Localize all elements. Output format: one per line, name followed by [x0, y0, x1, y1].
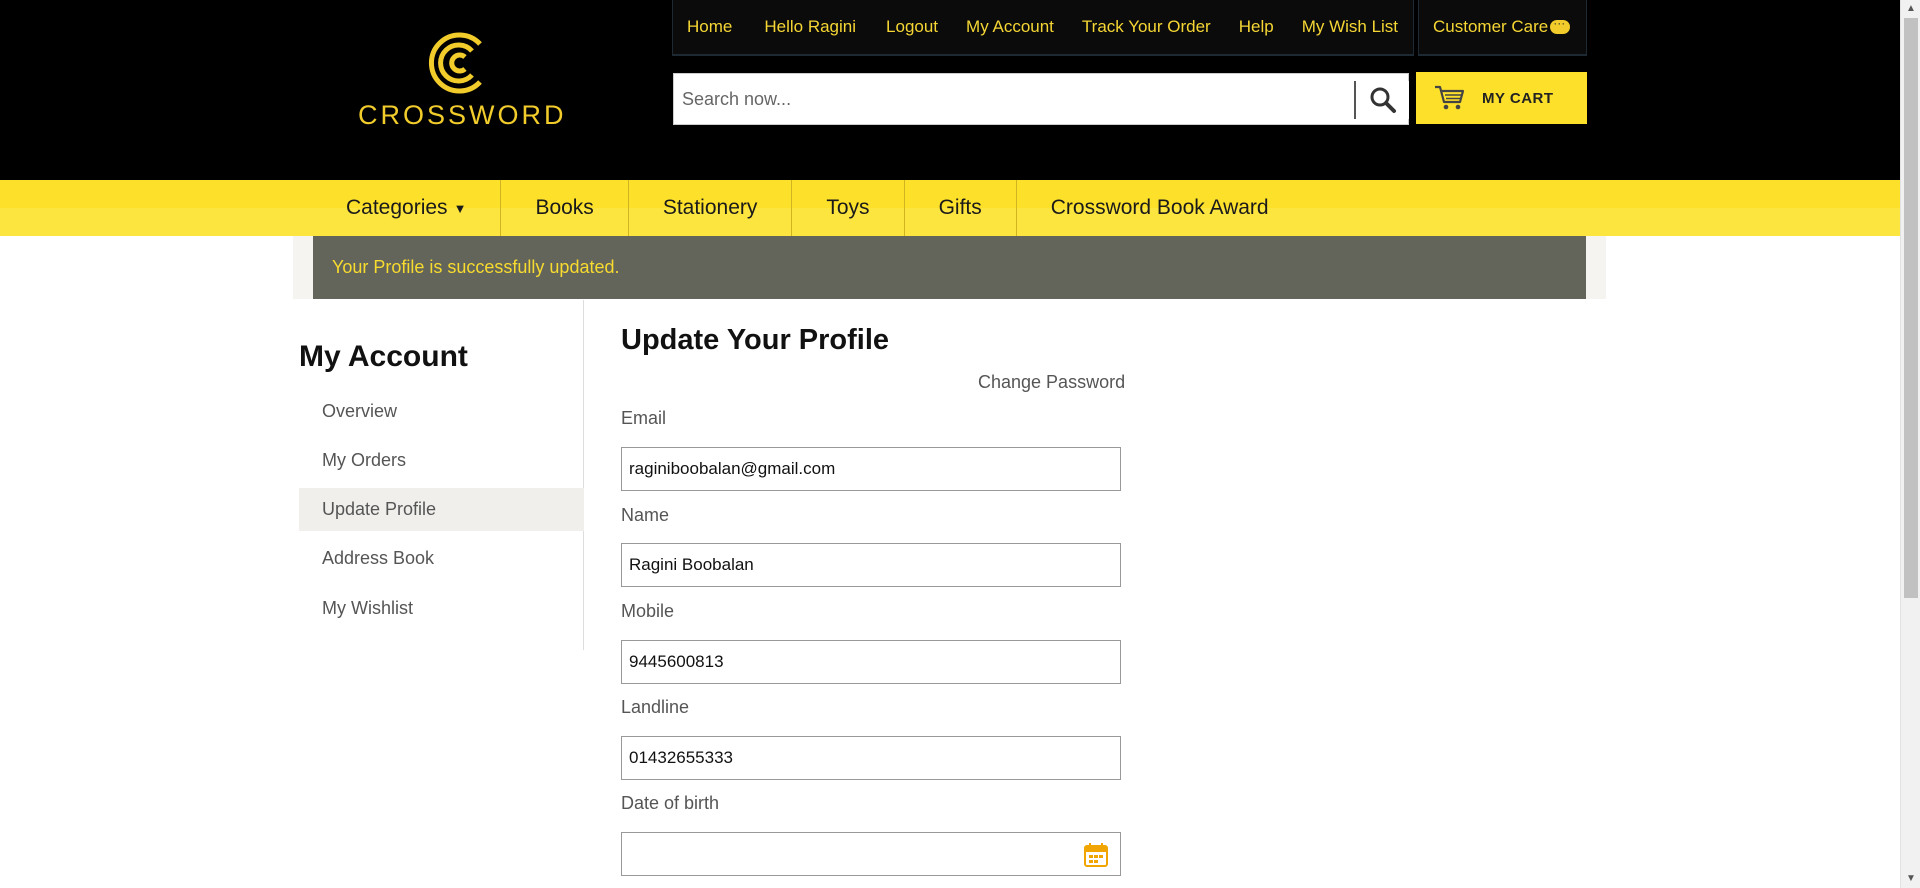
sidebar-item-my-wishlist[interactable]: My Wishlist — [299, 587, 584, 630]
page-scrollbar[interactable]: ▲ ▼ — [1900, 0, 1920, 888]
email-label: Email — [621, 408, 667, 428]
top-nav-wish-list[interactable]: My Wish List — [1288, 17, 1412, 37]
mobile-label: Mobile — [621, 601, 675, 621]
sidebar-item-address-book[interactable]: Address Book — [299, 537, 584, 580]
chat-bubble-icon — [1550, 16, 1571, 34]
main-nav-items: Categories ▼ Books Stationery Toys Gifts… — [312, 180, 1303, 236]
landline-field[interactable] — [622, 737, 1120, 779]
caret-down-icon: ▼ — [453, 200, 467, 216]
my-cart-button[interactable]: MY CART — [1416, 72, 1587, 124]
account-sidebar: My Account Overview My Orders Update Pro… — [299, 300, 584, 650]
nav-stationery[interactable]: Stationery — [629, 180, 793, 236]
top-nav-help[interactable]: Help — [1225, 17, 1288, 37]
cart-icon — [1435, 85, 1465, 110]
top-nav-home[interactable]: Home — [673, 17, 746, 37]
header: CROSSWORD Home Hello Ragini Logout My Ac… — [0, 0, 1900, 180]
dob-field-wrapper — [621, 832, 1121, 876]
nav-crossword-book-award[interactable]: Crossword Book Award — [1017, 180, 1303, 236]
landline-field-wrapper — [621, 736, 1121, 780]
search-icon — [1370, 87, 1396, 113]
sidebar-title: My Account — [299, 340, 468, 373]
cart-label: MY CART — [1482, 89, 1554, 107]
change-password-link[interactable]: Change Password — [978, 372, 1125, 393]
name-field[interactable] — [622, 544, 1120, 586]
mobile-field[interactable] — [622, 641, 1120, 683]
landline-label: Landline — [621, 697, 690, 717]
sidebar-item-overview[interactable]: Overview — [299, 390, 584, 433]
search-button[interactable] — [1354, 81, 1409, 119]
page: CROSSWORD Home Hello Ragini Logout My Ac… — [0, 0, 1920, 888]
nav-categories-label: Categories — [346, 196, 448, 219]
success-message: Your Profile is successfully updated. — [313, 236, 1586, 299]
nav-books[interactable]: Books — [501, 180, 629, 236]
search-bar — [673, 73, 1409, 125]
top-nav-my-account[interactable]: My Account — [952, 17, 1068, 37]
name-field-wrapper — [621, 543, 1121, 587]
top-nav-track-order[interactable]: Track Your Order — [1068, 17, 1225, 37]
dob-field[interactable] — [622, 833, 1120, 875]
page-title: Update Your Profile — [621, 324, 890, 356]
nav-gifts[interactable]: Gifts — [905, 180, 1017, 236]
logo-text: CROSSWORD — [358, 100, 567, 130]
mobile-field-wrapper — [621, 640, 1121, 684]
sidebar-item-my-orders[interactable]: My Orders — [299, 439, 584, 482]
main-nav: Categories ▼ Books Stationery Toys Gifts… — [0, 180, 1900, 236]
customer-care-label: Customer Care — [1433, 17, 1549, 36]
scroll-down-icon[interactable]: ▼ — [1901, 870, 1920, 888]
email-field[interactable] — [622, 448, 1120, 490]
scroll-up-icon[interactable]: ▲ — [1901, 0, 1920, 18]
search-input[interactable] — [674, 74, 1354, 124]
dob-label: Date of birth — [621, 793, 720, 813]
top-nav-hello-user[interactable]: Hello Ragini — [746, 17, 872, 37]
crossword-logo-mark — [429, 32, 482, 94]
email-field-wrapper — [621, 447, 1121, 491]
sidebar-item-update-profile[interactable]: Update Profile — [299, 488, 584, 531]
nav-categories[interactable]: Categories ▼ — [312, 180, 502, 236]
scroll-thumb[interactable] — [1904, 18, 1918, 598]
top-nav: Home Hello Ragini Logout My Account Trac… — [672, 0, 1414, 56]
crossword-logo[interactable]: CROSSWORD — [358, 30, 567, 148]
message-wrapper: Your Profile is successfully updated. — [293, 236, 1606, 299]
top-nav-logout[interactable]: Logout — [872, 17, 952, 37]
customer-care-link[interactable]: Customer Care — [1418, 0, 1587, 56]
name-label: Name — [621, 505, 670, 525]
calendar-icon[interactable] — [1083, 842, 1109, 868]
nav-toys[interactable]: Toys — [792, 180, 905, 236]
